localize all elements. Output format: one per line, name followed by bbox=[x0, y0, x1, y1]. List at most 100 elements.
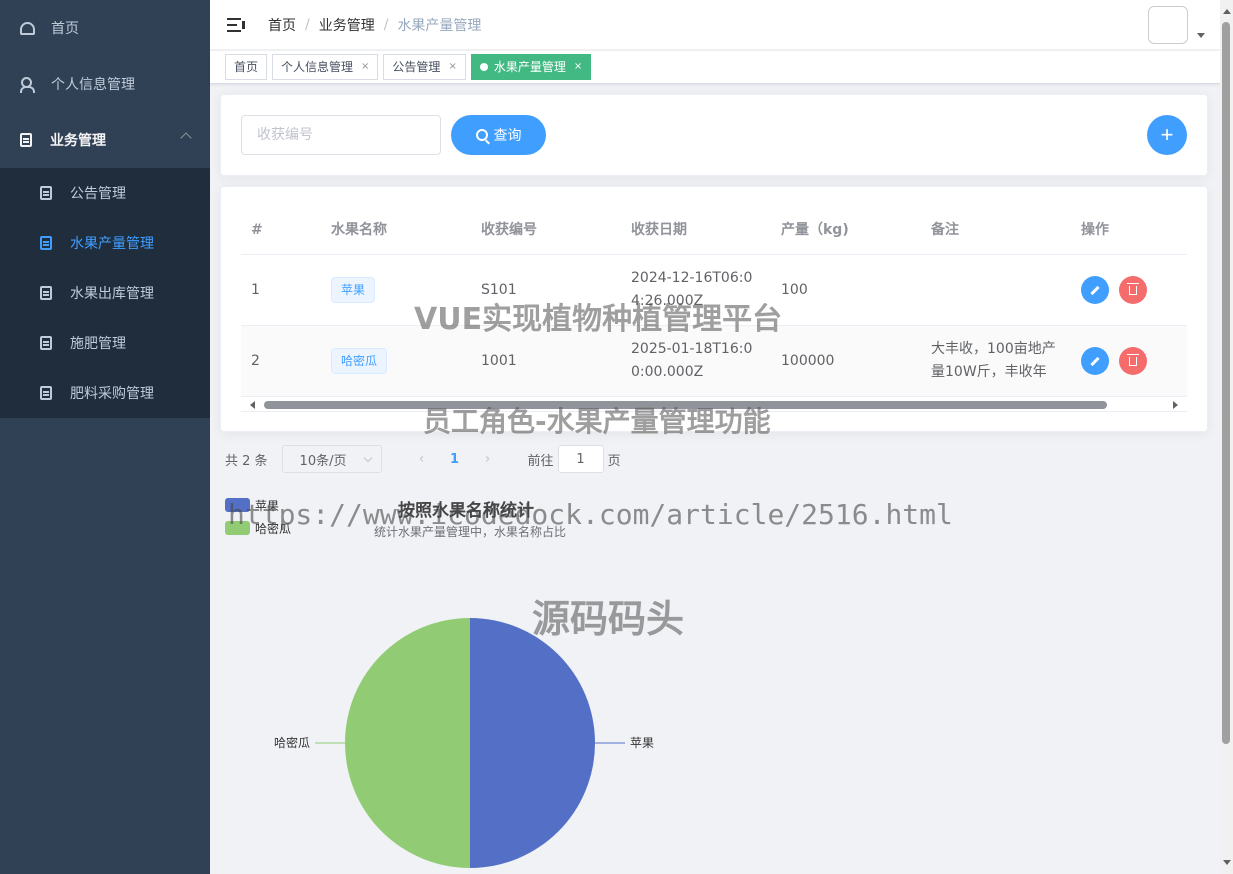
scroll-right-icon[interactable] bbox=[1173, 401, 1178, 409]
tag-label: 首页 bbox=[234, 60, 259, 74]
cell-index: 2 bbox=[251, 352, 260, 369]
sidebar-item-home[interactable]: 首页 bbox=[0, 0, 210, 56]
close-icon[interactable]: × bbox=[361, 55, 369, 79]
column-header: 备注 bbox=[931, 222, 959, 238]
cell-name: 苹果 bbox=[321, 277, 471, 303]
scrollbar-thumb[interactable] bbox=[264, 401, 1107, 409]
pie-label-1: 哈密瓜 bbox=[274, 735, 310, 750]
tag-label: 个人信息管理 bbox=[281, 60, 354, 74]
sidebar-item-notice[interactable]: 公告管理 bbox=[0, 168, 210, 218]
scroll-left-icon[interactable] bbox=[250, 401, 255, 409]
cell-code: S101 bbox=[481, 281, 517, 298]
document-icon bbox=[40, 386, 52, 400]
cell-date: 2024-12-16T06:04:26.000Z bbox=[631, 270, 753, 309]
sidebar-item-label: 肥料采购管理 bbox=[70, 386, 154, 402]
edit-button[interactable] bbox=[1081, 276, 1109, 304]
page-scrollbar[interactable] bbox=[1220, 0, 1233, 874]
sidebar-item-fruit-outbound[interactable]: 水果出库管理 bbox=[0, 268, 210, 318]
breadcrumb-item-home[interactable]: 首页 bbox=[268, 15, 296, 35]
sidebar-item-label: 个人信息管理 bbox=[51, 77, 135, 93]
column-header: 收获日期 bbox=[631, 222, 687, 238]
add-button[interactable]: + bbox=[1147, 115, 1187, 155]
delete-button[interactable] bbox=[1119, 276, 1147, 304]
scroll-up-icon[interactable] bbox=[1223, 9, 1231, 14]
table-row: 1 苹果 S101 2024-12-16T06:04:26.000Z 100 bbox=[241, 255, 1187, 326]
column-header: # bbox=[251, 222, 263, 238]
edit-button[interactable] bbox=[1081, 347, 1109, 375]
pie-chart: 苹果 哈密瓜 按照水果名称统计 统计水果产量管理中，水果名称占比 苹果 哈密瓜 bbox=[210, 490, 1220, 874]
sidebar-item-label: 施肥管理 bbox=[70, 336, 126, 352]
sidebar-item-fertilize[interactable]: 施肥管理 bbox=[0, 318, 210, 368]
page-number[interactable]: 1 bbox=[440, 452, 470, 467]
sidebar-item-label: 公告管理 bbox=[70, 186, 126, 202]
query-button[interactable]: 查询 bbox=[451, 115, 546, 155]
table-row: 2 哈密瓜 1001 2025-01-18T16:00:00.000Z 1000… bbox=[241, 326, 1187, 397]
goto-label: 前往 bbox=[527, 453, 554, 469]
tag-notice[interactable]: 公告管理 × bbox=[383, 54, 466, 80]
tag-profile[interactable]: 个人信息管理 × bbox=[272, 54, 379, 80]
search-icon bbox=[475, 129, 488, 141]
document-icon bbox=[40, 336, 52, 350]
breadcrumb-item-current: 水果产量管理 bbox=[397, 17, 482, 34]
fruit-name-tag: 哈密瓜 bbox=[331, 348, 388, 374]
cell-actions bbox=[1071, 276, 1187, 304]
harvest-code-input[interactable] bbox=[241, 115, 441, 155]
tag-home[interactable]: 首页 bbox=[225, 54, 268, 80]
breadcrumb-separator: / bbox=[305, 16, 310, 33]
fruit-name-tag: 苹果 bbox=[331, 277, 376, 303]
hamburger-icon[interactable] bbox=[227, 17, 245, 32]
column-header: 水果名称 bbox=[331, 222, 387, 238]
sidebar-item-profile[interactable]: 个人信息管理 bbox=[0, 56, 210, 112]
cell-yield: 100000 bbox=[781, 352, 835, 369]
tag-label: 水果产量管理 bbox=[493, 60, 566, 74]
caret-down-icon[interactable] bbox=[1197, 33, 1205, 38]
sidebar-item-fertilizer-purchase[interactable]: 肥料采购管理 bbox=[0, 368, 210, 418]
pie-slice-1[interactable] bbox=[345, 618, 470, 868]
cell-index: 1 bbox=[251, 281, 260, 298]
scroll-down-icon[interactable] bbox=[1223, 860, 1231, 865]
data-table: # 水果名称 收获编号 收获日期 产量（kg) 备注 操作 1 苹果 S101 … bbox=[241, 207, 1187, 397]
document-icon bbox=[20, 133, 32, 147]
cell-remark: 大丰收，100亩地产量10W斤，丰收年 bbox=[931, 341, 1056, 380]
breadcrumb-item-business[interactable]: 业务管理 bbox=[319, 15, 375, 35]
trash-icon bbox=[1127, 353, 1139, 366]
user-icon bbox=[20, 77, 35, 93]
table-horizontal-scrollbar[interactable] bbox=[241, 397, 1187, 412]
sidebar-item-label: 水果出库管理 bbox=[70, 286, 154, 302]
sidebar-item-label: 首页 bbox=[51, 21, 79, 37]
avatar[interactable] bbox=[1148, 6, 1188, 44]
close-icon[interactable]: × bbox=[448, 55, 456, 79]
table-header: # 水果名称 收获编号 收获日期 产量（kg) 备注 操作 bbox=[241, 207, 1187, 255]
cell-actions bbox=[1071, 347, 1187, 375]
trash-icon bbox=[1127, 282, 1139, 295]
delete-button[interactable] bbox=[1119, 347, 1147, 375]
search-card: 查询 + bbox=[220, 94, 1208, 176]
pie-label-0: 苹果 bbox=[630, 736, 654, 750]
query-button-label: 查询 bbox=[493, 128, 522, 144]
table-card: # 水果名称 收获编号 收获日期 产量（kg) 备注 操作 1 苹果 S101 … bbox=[220, 186, 1208, 432]
prev-page-button[interactable]: ‹ bbox=[410, 451, 434, 467]
tag-label: 公告管理 bbox=[392, 60, 441, 74]
edit-icon bbox=[1090, 356, 1100, 366]
pagination: 共 2 条 10条/页 ‹ 1 › 前往 页 bbox=[225, 445, 621, 473]
column-header: 收获编号 bbox=[481, 222, 537, 238]
edit-icon bbox=[1090, 285, 1100, 295]
pie-slice-0[interactable] bbox=[470, 618, 595, 868]
tags-view: 首页 个人信息管理 × 公告管理 × 水果产量管理 × bbox=[210, 51, 1220, 84]
close-icon[interactable]: × bbox=[574, 55, 582, 79]
page-size-select[interactable]: 10条/页 bbox=[281, 445, 382, 473]
navbar: 首页 / 业务管理 / 水果产量管理 bbox=[210, 0, 1220, 50]
sidebar-item-business[interactable]: 业务管理 bbox=[0, 112, 210, 168]
column-header: 产量（kg) bbox=[781, 222, 849, 238]
cell-name: 哈密瓜 bbox=[321, 348, 471, 374]
sidebar-item-label: 水果产量管理 bbox=[70, 236, 154, 252]
next-page-button[interactable]: › bbox=[476, 451, 500, 467]
sidebar-item-fruit-yield[interactable]: 水果产量管理 bbox=[0, 218, 210, 268]
page-size-value: 10条/页 bbox=[299, 453, 347, 469]
active-dot-icon bbox=[479, 63, 488, 71]
goto-page-input[interactable] bbox=[557, 445, 604, 473]
tag-fruit-yield[interactable]: 水果产量管理 × bbox=[470, 54, 592, 80]
document-icon bbox=[40, 186, 52, 200]
scrollbar-thumb[interactable] bbox=[1222, 22, 1230, 744]
breadcrumb-separator: / bbox=[383, 16, 389, 33]
